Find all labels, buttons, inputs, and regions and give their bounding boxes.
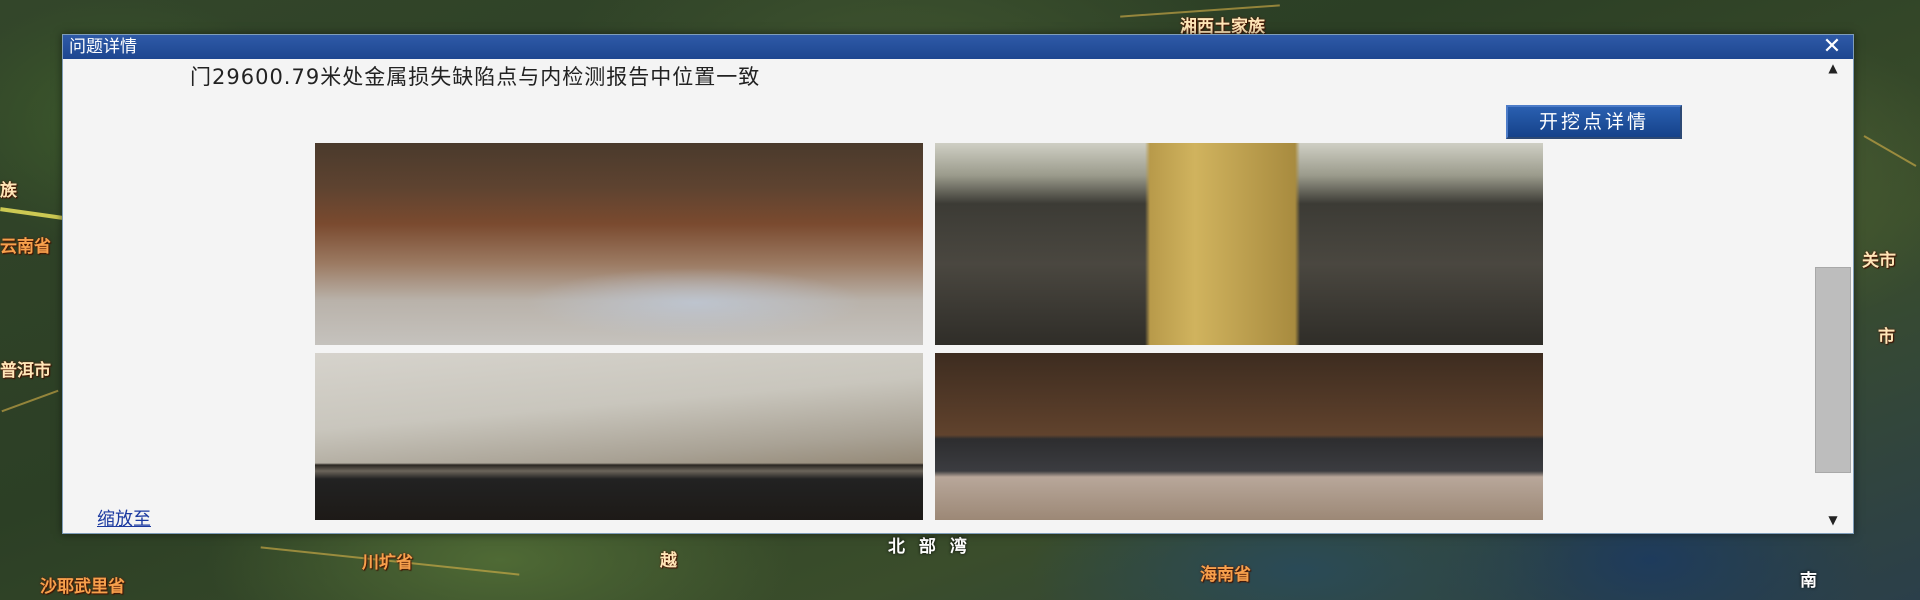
map-label-sayabouri: 沙耶武里省 (40, 577, 125, 597)
map-border (1863, 135, 1917, 167)
vertical-scrollbar[interactable]: ▲ ▼ (1815, 59, 1851, 529)
map-label-zu: 族 (0, 181, 17, 201)
defect-photo-2[interactable] (935, 143, 1543, 345)
map-label-hainan: 海南省 (1200, 565, 1251, 585)
excavation-details-button[interactable]: 开挖点详情 (1506, 105, 1682, 139)
map-label-xiangkhouang: 川圹省 (362, 553, 413, 573)
map-label-yue: 越 (660, 551, 677, 571)
dialog-titlebar[interactable]: 问题详情 ✕ (63, 35, 1853, 59)
dialog-body: 门29600.79米处金属损失缺陷点与内检测报告中位置一致 开挖点详情 缩放至 (63, 59, 1853, 533)
zoom-to-link[interactable]: 缩放至 (97, 505, 151, 531)
map-label-beibu-gulf: 北 部 湾 (888, 537, 971, 557)
scroll-up-arrow-icon[interactable]: ▲ (1815, 59, 1851, 77)
defect-photo-1[interactable] (315, 143, 923, 345)
defect-photo-3[interactable] (315, 353, 923, 520)
map-label-puer: 普洱市 (0, 361, 51, 381)
scroll-track[interactable] (1815, 77, 1851, 511)
map-label-guanshi: 关市 (1862, 251, 1896, 271)
defect-photo-4[interactable] (935, 353, 1543, 520)
map-label-shi: 市 (1878, 327, 1895, 347)
map-label-yunnan: 云南省 (0, 237, 51, 257)
scroll-thumb[interactable] (1815, 267, 1851, 473)
map-road (0, 207, 70, 221)
issue-details-dialog: 问题详情 ✕ 门29600.79米处金属损失缺陷点与内检测报告中位置一致 开挖点… (62, 34, 1854, 534)
scroll-down-arrow-icon[interactable]: ▼ (1815, 511, 1851, 529)
issue-description: 门29600.79米处金属损失缺陷点与内检测报告中位置一致 (190, 65, 761, 89)
close-icon[interactable]: ✕ (1819, 35, 1845, 59)
map-label-nan: 南 (1800, 571, 1817, 591)
map-border (1, 389, 59, 413)
photo-grid (315, 143, 1555, 520)
dialog-title: 问题详情 (69, 37, 137, 57)
